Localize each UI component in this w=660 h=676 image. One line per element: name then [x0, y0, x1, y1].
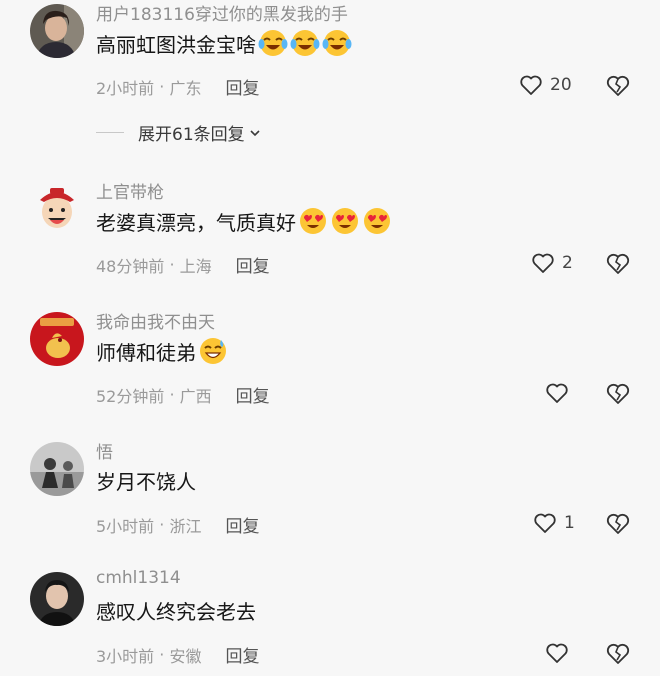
avatar[interactable]	[30, 442, 84, 496]
comment-list: 用户183116穿过你的黑发我的手 高丽虹图洪金宝啥 2小时前 · 广东 回复 …	[0, 0, 660, 676]
timestamp: 2小时前	[96, 78, 155, 98]
reply-button[interactable]: 回复	[236, 252, 270, 277]
heart-outline-icon	[520, 75, 542, 95]
like-button[interactable]	[544, 380, 570, 406]
heart-eyes-icon	[300, 208, 326, 234]
comment-meta: 3小时前 · 安徽 回复	[96, 642, 259, 667]
username[interactable]: 用户183116穿过你的黑发我的手	[96, 0, 348, 25]
dislike-button[interactable]	[604, 640, 632, 668]
grin-sweat-icon	[200, 338, 226, 364]
location: 广东	[169, 78, 202, 98]
avatar[interactable]	[30, 182, 84, 236]
avatar[interactable]	[30, 572, 84, 626]
comment-text-content: 感叹人终究会老去	[96, 600, 256, 624]
meta-separator: ·	[164, 385, 180, 404]
like-count: 2	[562, 253, 573, 273]
username[interactable]: 我命由我不由天	[96, 308, 215, 333]
expand-replies-button[interactable]: 展开61条回复	[96, 120, 261, 145]
heart-eyes-icon	[364, 208, 390, 234]
like-count: 20	[550, 75, 572, 95]
avatar-cartoon-icon	[30, 182, 84, 236]
comment-text-content: 师傅和徒弟	[96, 340, 196, 365]
comment-text: 感叹人终究会老去	[96, 596, 256, 625]
broken-heart-icon	[606, 643, 630, 664]
meta-separator: ·	[154, 515, 170, 534]
username[interactable]: 悟	[96, 438, 113, 463]
laugh-cry-icon	[290, 30, 320, 56]
dislike-button[interactable]	[604, 250, 632, 278]
avatar-rooster-icon	[30, 312, 84, 366]
chevron-down-icon	[250, 129, 260, 136]
avatar-man-icon	[30, 572, 84, 626]
meta-separator: ·	[164, 255, 180, 274]
laugh-cry-icon	[322, 30, 352, 56]
location: 浙江	[169, 516, 202, 536]
heart-outline-icon	[546, 643, 568, 663]
like-count: 1	[564, 513, 575, 533]
reply-button[interactable]: 回复	[225, 642, 259, 667]
comment-meta: 2小时前 · 广东 回复	[96, 74, 259, 99]
reply-button[interactable]: 回复	[225, 74, 259, 99]
timestamp: 52分钟前	[96, 386, 165, 406]
broken-heart-icon	[606, 75, 630, 96]
like-button[interactable]	[544, 640, 570, 666]
comment-text: 师傅和徒弟	[96, 336, 230, 366]
comment-text: 岁月不饶人	[96, 466, 196, 495]
broken-heart-icon	[606, 513, 630, 534]
timestamp: 5小时前	[96, 516, 155, 536]
heart-outline-icon	[546, 383, 568, 403]
timestamp: 3小时前	[96, 646, 155, 666]
reply-button[interactable]: 回复	[236, 382, 270, 407]
dislike-button[interactable]	[604, 380, 632, 408]
avatar-woman-icon	[30, 4, 84, 58]
reply-button[interactable]: 回复	[225, 512, 259, 537]
dislike-button[interactable]	[604, 72, 632, 100]
comment-text-content: 高丽虹图洪金宝啥	[96, 32, 256, 57]
comment-meta: 5小时前 · 浙江 回复	[96, 512, 259, 537]
dislike-button[interactable]	[604, 510, 632, 538]
comment-text-content: 岁月不饶人	[96, 470, 196, 494]
heart-outline-icon	[534, 513, 556, 533]
comment-text: 老婆真漂亮，气质真好	[96, 206, 394, 236]
divider-line	[96, 132, 124, 133]
laugh-cry-icon	[258, 30, 288, 56]
like-button[interactable]: 1	[532, 510, 575, 536]
broken-heart-icon	[606, 383, 630, 404]
comment-meta: 52分钟前 · 广西 回复	[96, 382, 270, 407]
meta-separator: ·	[154, 77, 170, 96]
comment-text: 高丽虹图洪金宝啥	[96, 28, 354, 58]
location: 安徽	[169, 646, 202, 666]
location: 上海	[179, 256, 212, 276]
like-button[interactable]: 2	[530, 250, 573, 276]
avatar[interactable]	[30, 312, 84, 366]
comment-meta: 48分钟前 · 上海 回复	[96, 252, 270, 277]
username[interactable]: cmhl1314	[96, 568, 181, 588]
heart-eyes-icon	[332, 208, 358, 234]
comment-text-content: 老婆真漂亮，气质真好	[96, 210, 296, 235]
avatar[interactable]	[30, 4, 84, 58]
like-button[interactable]: 20	[518, 72, 572, 98]
broken-heart-icon	[606, 253, 630, 274]
expand-replies-label: 展开61条回复	[138, 125, 245, 145]
avatar-person-icon	[30, 442, 84, 496]
heart-outline-icon	[532, 253, 554, 273]
timestamp: 48分钟前	[96, 256, 165, 276]
meta-separator: ·	[154, 645, 170, 664]
username[interactable]: 上官带枪	[96, 178, 164, 203]
location: 广西	[179, 386, 212, 406]
